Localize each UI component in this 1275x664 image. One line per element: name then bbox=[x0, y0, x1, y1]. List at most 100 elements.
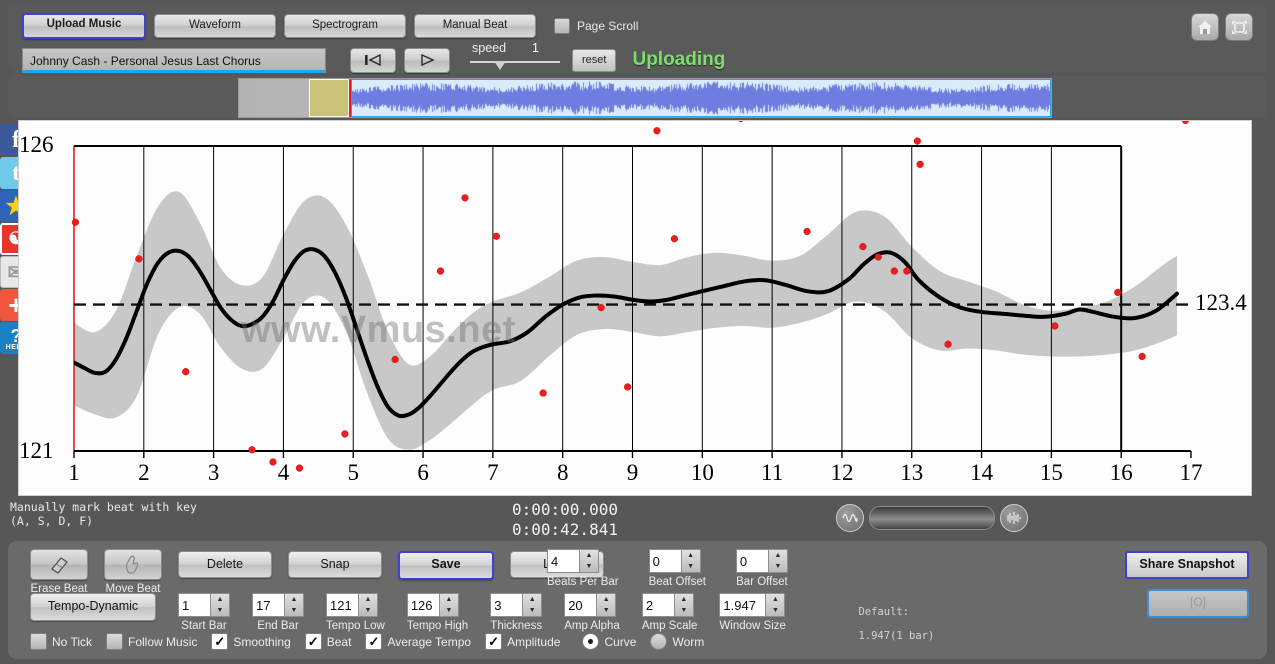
amp-scale-arrows[interactable]: ▲ ▼ bbox=[673, 593, 694, 617]
tab-upload-music[interactable]: Upload Music bbox=[22, 13, 146, 39]
hand-button[interactable] bbox=[104, 549, 162, 580]
bar-offset-down[interactable]: ▼ bbox=[769, 561, 787, 572]
amp-alpha-input[interactable] bbox=[564, 593, 597, 617]
tempo-high-up[interactable]: ▲ bbox=[440, 594, 458, 605]
tab-waveform[interactable]: Waveform bbox=[154, 14, 276, 38]
speed-track[interactable] bbox=[470, 61, 560, 63]
beat-checkbox[interactable]: ✓ bbox=[304, 633, 322, 650]
erase-beat-tool[interactable]: Erase Beat bbox=[30, 549, 88, 595]
curve-option[interactable]: Curve bbox=[582, 633, 636, 650]
tempo-low-down[interactable]: ▼ bbox=[359, 605, 377, 616]
thickness-down[interactable]: ▼ bbox=[523, 605, 541, 616]
share-snapshot-button[interactable]: Share Snapshot bbox=[1125, 551, 1249, 579]
amp-scale-field[interactable]: ▲▼ Amp Scale bbox=[641, 593, 697, 632]
beat-option[interactable]: ✓ Beat bbox=[304, 633, 351, 650]
window-size-up[interactable]: ▲ bbox=[766, 594, 784, 605]
end-bar-spinner[interactable]: ▲▼ bbox=[252, 593, 304, 617]
bar-offset-arrows[interactable]: ▲ ▼ bbox=[767, 549, 788, 573]
worm-radio[interactable] bbox=[650, 633, 668, 650]
page-scroll-checkbox[interactable] bbox=[554, 18, 570, 34]
end-bar-input[interactable] bbox=[252, 593, 284, 617]
amplitude-option[interactable]: ✓ Amplitude bbox=[485, 633, 560, 650]
page-scroll-toggle[interactable]: Page Scroll bbox=[554, 18, 638, 34]
window-size-input[interactable] bbox=[719, 593, 766, 617]
tempo-low-up[interactable]: ▲ bbox=[359, 594, 377, 605]
start-bar-arrows[interactable]: ▲ ▼ bbox=[210, 593, 230, 617]
amp-scale-down[interactable]: ▼ bbox=[675, 605, 693, 616]
waveform-selection[interactable] bbox=[309, 79, 349, 117]
speed-slider[interactable]: speed 1 bbox=[470, 41, 560, 79]
beats-per-bar-arrows[interactable]: ▲ ▼ bbox=[579, 549, 599, 573]
smoothing-option[interactable]: ✓ Smoothing bbox=[211, 633, 291, 650]
beat-offset-arrows[interactable]: ▲ ▼ bbox=[680, 549, 701, 573]
average-tempo-option[interactable]: ✓ Average Tempo bbox=[365, 633, 471, 650]
thickness-arrows[interactable]: ▲ ▼ bbox=[522, 593, 543, 617]
thickness-up[interactable]: ▲ bbox=[523, 594, 541, 605]
no-tick-checkbox[interactable] bbox=[30, 633, 47, 650]
amp-scale-up[interactable]: ▲ bbox=[675, 594, 693, 605]
save-button[interactable]: Save bbox=[398, 551, 494, 580]
home-button[interactable] bbox=[1191, 13, 1219, 41]
window-size-field[interactable]: ▲▼ Window Size bbox=[719, 593, 786, 632]
song-title-field[interactable]: Johnny Cash - Personal Jesus Last Chorus bbox=[22, 47, 326, 73]
start-bar-up[interactable]: ▲ bbox=[211, 594, 229, 605]
average-tempo-checkbox[interactable]: ✓ bbox=[365, 633, 383, 650]
worm-option[interactable]: Worm bbox=[650, 633, 704, 650]
end-bar-up[interactable]: ▲ bbox=[285, 594, 303, 605]
amp-alpha-spinner[interactable]: ▲▼ bbox=[564, 593, 617, 617]
beat-offset-down[interactable]: ▼ bbox=[682, 561, 700, 572]
tempo-high-input[interactable] bbox=[406, 593, 439, 617]
tempo-high-spinner[interactable]: ▲▼ bbox=[406, 593, 459, 617]
window-size-arrows[interactable]: ▲ ▼ bbox=[765, 593, 786, 617]
start-bar-spinner[interactable]: ▲▼ bbox=[178, 593, 230, 617]
follow-music-checkbox[interactable] bbox=[106, 633, 124, 650]
start-bar-input[interactable] bbox=[178, 593, 210, 617]
tempo-low-input[interactable] bbox=[326, 593, 358, 617]
amp-alpha-field[interactable]: ▲▼ Amp Alpha bbox=[564, 593, 620, 632]
beat-offset-field[interactable]: ▲ ▼ Beat Offset bbox=[648, 549, 706, 588]
tempo-low-arrows[interactable]: ▲ ▼ bbox=[358, 593, 378, 617]
window-size-down[interactable]: ▼ bbox=[766, 605, 784, 616]
beat-offset-input[interactable] bbox=[648, 549, 681, 573]
restore-button[interactable] bbox=[1225, 13, 1253, 41]
beats-per-bar-spinner[interactable]: ▲ ▼ bbox=[547, 549, 599, 573]
bar-offset-field[interactable]: ▲ ▼ Bar Offset bbox=[735, 549, 788, 588]
snap-button[interactable]: Snap bbox=[288, 551, 382, 578]
tempo-low-spinner[interactable]: ▲▼ bbox=[326, 593, 378, 617]
start-bar-down[interactable]: ▼ bbox=[211, 605, 229, 616]
amp-scale-spinner[interactable]: ▲▼ bbox=[641, 593, 694, 617]
smoothing-checkbox[interactable]: ✓ bbox=[211, 633, 229, 650]
start-bar-field[interactable]: ▲▼ Start Bar bbox=[178, 593, 230, 632]
thickness-spinner[interactable]: ▲▼ bbox=[490, 593, 543, 617]
end-bar-arrows[interactable]: ▲ ▼ bbox=[284, 593, 304, 617]
beat-offset-up[interactable]: ▲ bbox=[682, 550, 700, 561]
bar-offset-up[interactable]: ▲ bbox=[769, 550, 787, 561]
amp-alpha-down[interactable]: ▼ bbox=[597, 605, 615, 616]
tempo-high-down[interactable]: ▼ bbox=[440, 605, 458, 616]
speed-thumb[interactable] bbox=[494, 61, 506, 70]
bar-offset-spinner[interactable]: ▲ ▼ bbox=[735, 549, 788, 573]
tempo-high-arrows[interactable]: ▲ ▼ bbox=[438, 593, 459, 617]
waveform-icon[interactable] bbox=[836, 504, 864, 532]
tempo-low-field[interactable]: ▲▼ Tempo Low bbox=[326, 593, 385, 632]
move-beat-tool[interactable]: Move Beat bbox=[104, 549, 162, 595]
beats-per-bar-down[interactable]: ▼ bbox=[580, 561, 598, 572]
end-bar-field[interactable]: ▲▼ End Bar bbox=[252, 593, 304, 632]
bar-offset-input[interactable] bbox=[735, 549, 768, 573]
beats-per-bar-input[interactable] bbox=[547, 549, 579, 573]
waveform-zoom-icon[interactable] bbox=[1000, 504, 1028, 532]
beat-offset-spinner[interactable]: ▲ ▼ bbox=[648, 549, 701, 573]
follow-music-option[interactable]: Follow Music bbox=[106, 633, 197, 650]
beats-per-bar-field[interactable]: ▲ ▼ Beats Per Bar bbox=[547, 549, 619, 588]
curve-radio[interactable] bbox=[582, 633, 600, 650]
thickness-input[interactable] bbox=[490, 593, 523, 617]
amplitude-checkbox[interactable]: ✓ bbox=[485, 633, 503, 650]
volume-slider[interactable] bbox=[836, 504, 1028, 532]
thickness-field[interactable]: ▲▼ Thickness bbox=[490, 593, 543, 632]
play-button[interactable] bbox=[404, 47, 450, 73]
reset-button[interactable]: reset bbox=[572, 48, 617, 72]
amp-scale-input[interactable] bbox=[641, 593, 674, 617]
tempo-dynamic-button[interactable]: Tempo-Dynamic bbox=[30, 593, 156, 621]
tab-spectrogram[interactable]: Spectrogram bbox=[284, 14, 406, 38]
eraser-button[interactable] bbox=[30, 549, 88, 580]
